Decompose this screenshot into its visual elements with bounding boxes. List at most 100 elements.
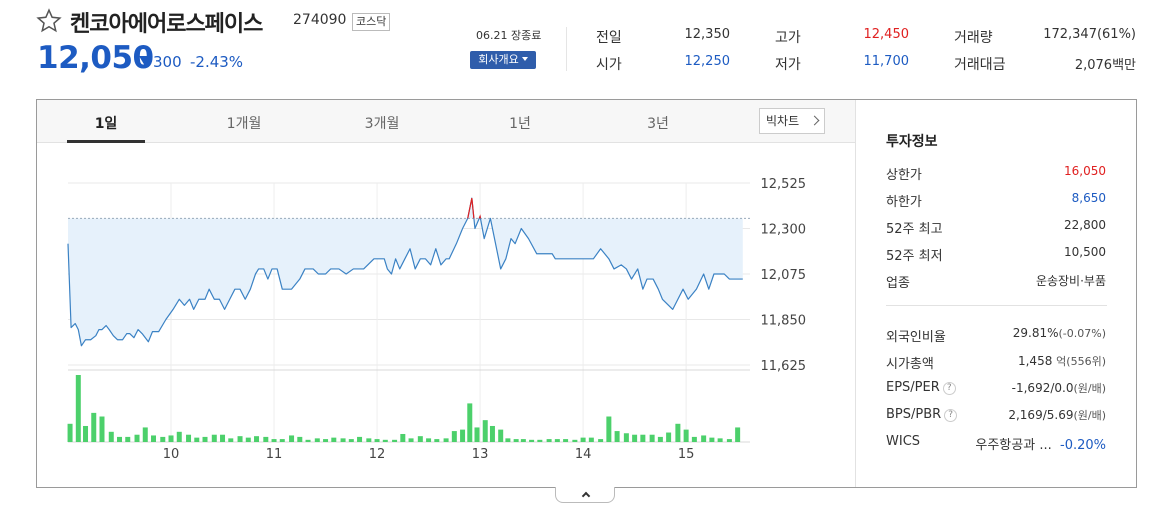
volume-bar: [598, 439, 604, 442]
volume-bar: [623, 433, 629, 442]
volume-label: 거래량: [954, 30, 993, 46]
market-badge: 코스닥: [352, 13, 391, 31]
trade-amount-value: 2,076백만: [1074, 58, 1136, 73]
investment-info-title: 투자정보: [886, 134, 938, 150]
volume-bar: [237, 436, 243, 442]
volume-bar: [305, 439, 311, 442]
big-chart-label: 빅차트: [766, 114, 800, 128]
foreign-ratio-label: 외국인비율: [886, 330, 946, 345]
volume-bar: [717, 438, 723, 442]
big-chart-button[interactable]: 빅차트: [759, 108, 825, 134]
current-price: 12,050: [37, 40, 154, 76]
volume-bar: [142, 427, 148, 442]
collapse-button[interactable]: [555, 487, 615, 503]
open-value: 12,250: [684, 54, 731, 69]
volume-bar: [254, 436, 260, 442]
y-tick-label: 12,525: [761, 177, 807, 192]
chevron-right-icon: [809, 115, 820, 126]
volume-bar: [467, 403, 473, 442]
volume-bar: [348, 439, 354, 442]
tab-3month[interactable]: 3개월: [342, 113, 422, 133]
market-cap-unit: 억(556위): [1056, 355, 1106, 368]
intraday-chart[interactable]: 12,525 12,300 12,075 11,850 11,625 10 11 12 13 14…: [37, 143, 855, 487]
volume-bar: [160, 436, 166, 442]
volume-bar: [482, 420, 488, 442]
bps-pbr-label: BPS/PBR?: [886, 407, 958, 422]
volume-bar: [701, 435, 707, 442]
volume-bar: [357, 436, 363, 442]
volume-bar: [99, 416, 105, 442]
volume-bar: [683, 429, 689, 442]
tab-1day[interactable]: 1일: [66, 113, 146, 133]
volume-bar: [134, 434, 140, 442]
volume-bar: [443, 438, 449, 442]
wics-value[interactable]: 우주항공과 ... -0.20%: [940, 434, 1106, 453]
volume-bar: [649, 434, 655, 442]
open-label: 시가: [596, 57, 622, 73]
eps-per: -1,692/0.0: [1011, 381, 1074, 395]
volume-bar: [186, 434, 192, 442]
volume-bar: [614, 431, 620, 442]
volume-bar: [498, 429, 504, 442]
volume-bar: [513, 439, 519, 442]
volume-bar: [640, 434, 646, 442]
week52-high-label: 52주 최고: [886, 222, 943, 237]
company-overview-button[interactable]: 회사개요: [470, 51, 536, 69]
wics-change: -0.20%: [1060, 438, 1106, 453]
x-tick-label: 11: [266, 447, 283, 462]
panel-divider: [855, 100, 856, 487]
volume-bar: [297, 436, 303, 442]
volume-bar: [460, 429, 466, 442]
volume-bar: [735, 427, 741, 442]
low-label: 저가: [775, 57, 801, 73]
volume-bar: [67, 423, 73, 442]
favorite-star-icon[interactable]: [36, 8, 62, 34]
company-overview-label: 회사개요: [478, 53, 519, 66]
upper-limit-value: 16,050: [1064, 164, 1106, 178]
volume-bar: [426, 438, 432, 442]
volume-bar: [176, 431, 182, 442]
foreign-ratio: 29.81%: [1012, 326, 1059, 340]
prev-close-label: 전일: [596, 30, 622, 46]
volume-bar: [125, 436, 131, 442]
volume-bar: [83, 425, 89, 442]
week52-high-value: 22,800: [1064, 218, 1106, 232]
caret-down-icon: [521, 57, 528, 61]
help-icon[interactable]: ?: [944, 409, 958, 422]
price-change: 300: [153, 53, 182, 71]
volume-bar: [606, 416, 612, 442]
down-arrow-icon: [139, 56, 151, 66]
stock-name: 켄코아에어로스페이스: [70, 12, 263, 37]
volume-bar: [489, 425, 495, 442]
volume-bar: [657, 436, 663, 442]
tab-3year[interactable]: 3년: [618, 113, 698, 133]
sector-value[interactable]: 운송장비·부품: [960, 272, 1106, 289]
volume-bar: [474, 427, 480, 442]
volume-bar: [572, 439, 578, 442]
volume-bar: [382, 439, 388, 442]
bps-pbr-unit: (원/배): [1073, 409, 1106, 422]
eps-per-value: -1,692/0.0(원/배): [960, 380, 1106, 396]
bps-pbr-value: 2,169/5.69(원/배): [960, 407, 1106, 423]
week52-low-value: 10,500: [1064, 245, 1106, 259]
stock-code: 274090: [293, 12, 347, 28]
volume-bar: [546, 439, 552, 442]
volume-bar: [228, 438, 234, 442]
x-tick-label: 13: [472, 447, 489, 462]
volume-bar: [168, 435, 174, 442]
volume-bar: [691, 436, 697, 442]
prev-close-value: 12,350: [684, 27, 731, 42]
volume-bar: [580, 437, 586, 442]
x-tick-label: 14: [575, 447, 592, 462]
volume-bar: [563, 439, 569, 442]
volume-bar: [666, 432, 672, 442]
help-icon[interactable]: ?: [942, 382, 956, 395]
volume-bar: [202, 436, 208, 442]
high-value: 12,450: [863, 27, 910, 42]
sector-label: 업종: [886, 276, 910, 291]
volume-bar: [588, 437, 594, 442]
tab-1year[interactable]: 1년: [480, 113, 560, 133]
volume-bar: [91, 412, 97, 442]
low-value: 11,700: [863, 54, 910, 69]
tab-1month[interactable]: 1개월: [204, 113, 284, 133]
